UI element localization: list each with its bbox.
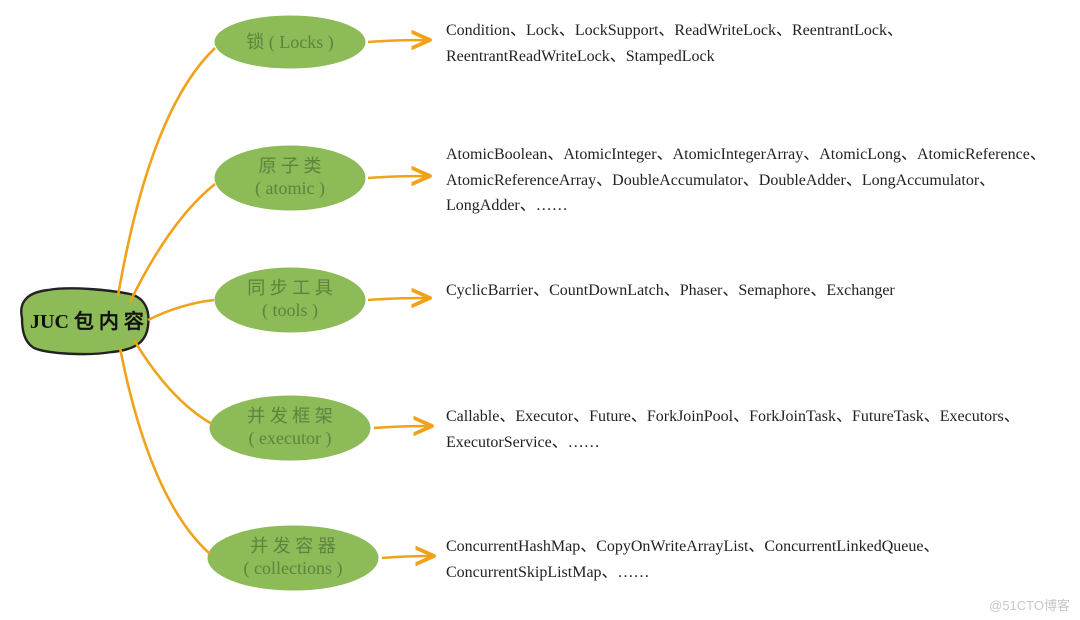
connector-4: [134, 340, 212, 424]
branch-label-line2: ( atomic ): [255, 178, 325, 200]
branch-label-line2: ( collections ): [244, 558, 343, 580]
branch-label-line1: 原 子 类: [259, 156, 322, 178]
connector-1: [118, 48, 215, 296]
branch-node-tools: 同 步 工 具 ( tools ): [215, 274, 365, 326]
diagram-canvas: [0, 0, 1080, 620]
branch-label: 锁 ( Locks ): [246, 32, 333, 54]
watermark: @51CTO博客: [989, 595, 1070, 614]
arrow-3: [368, 298, 428, 300]
description-atomic: AtomicBoolean、AtomicInteger、AtomicIntege…: [446, 142, 1066, 219]
branch-node-collections: 并 发 容 器 ( collections ): [208, 532, 378, 584]
branch-label-line1: 同 步 工 具: [247, 278, 333, 300]
connector-2: [130, 184, 215, 302]
description-locks: Condition、Lock、LockSupport、ReadWriteLock…: [446, 18, 1066, 69]
description-executor: Callable、Executor、Future、ForkJoinPool、Fo…: [446, 404, 1066, 455]
branch-node-atomic: 原 子 类 ( atomic ): [215, 152, 365, 204]
arrow-4: [374, 426, 430, 428]
branch-label-line2: ( executor ): [249, 428, 332, 450]
branch-label-line1: 并 发 框 架: [247, 406, 333, 428]
branch-label-line2: ( tools ): [262, 300, 318, 322]
branch-node-locks: 锁 ( Locks ): [215, 26, 365, 60]
connector-3: [148, 300, 214, 320]
description-collections: ConcurrentHashMap、CopyOnWriteArrayList、C…: [446, 534, 1066, 585]
arrow-2: [368, 176, 428, 178]
description-tools: CyclicBarrier、CountDownLatch、Phaser、Sema…: [446, 278, 895, 304]
root-label: JUC 包 内 容: [30, 310, 144, 334]
branch-node-executor: 并 发 框 架 ( executor ): [210, 402, 370, 454]
root-node: JUC 包 内 容: [22, 300, 152, 344]
arrow-5: [382, 556, 432, 558]
connector-5: [120, 348, 210, 554]
arrow-1: [368, 40, 428, 42]
branch-label-line1: 并 发 容 器: [250, 536, 336, 558]
